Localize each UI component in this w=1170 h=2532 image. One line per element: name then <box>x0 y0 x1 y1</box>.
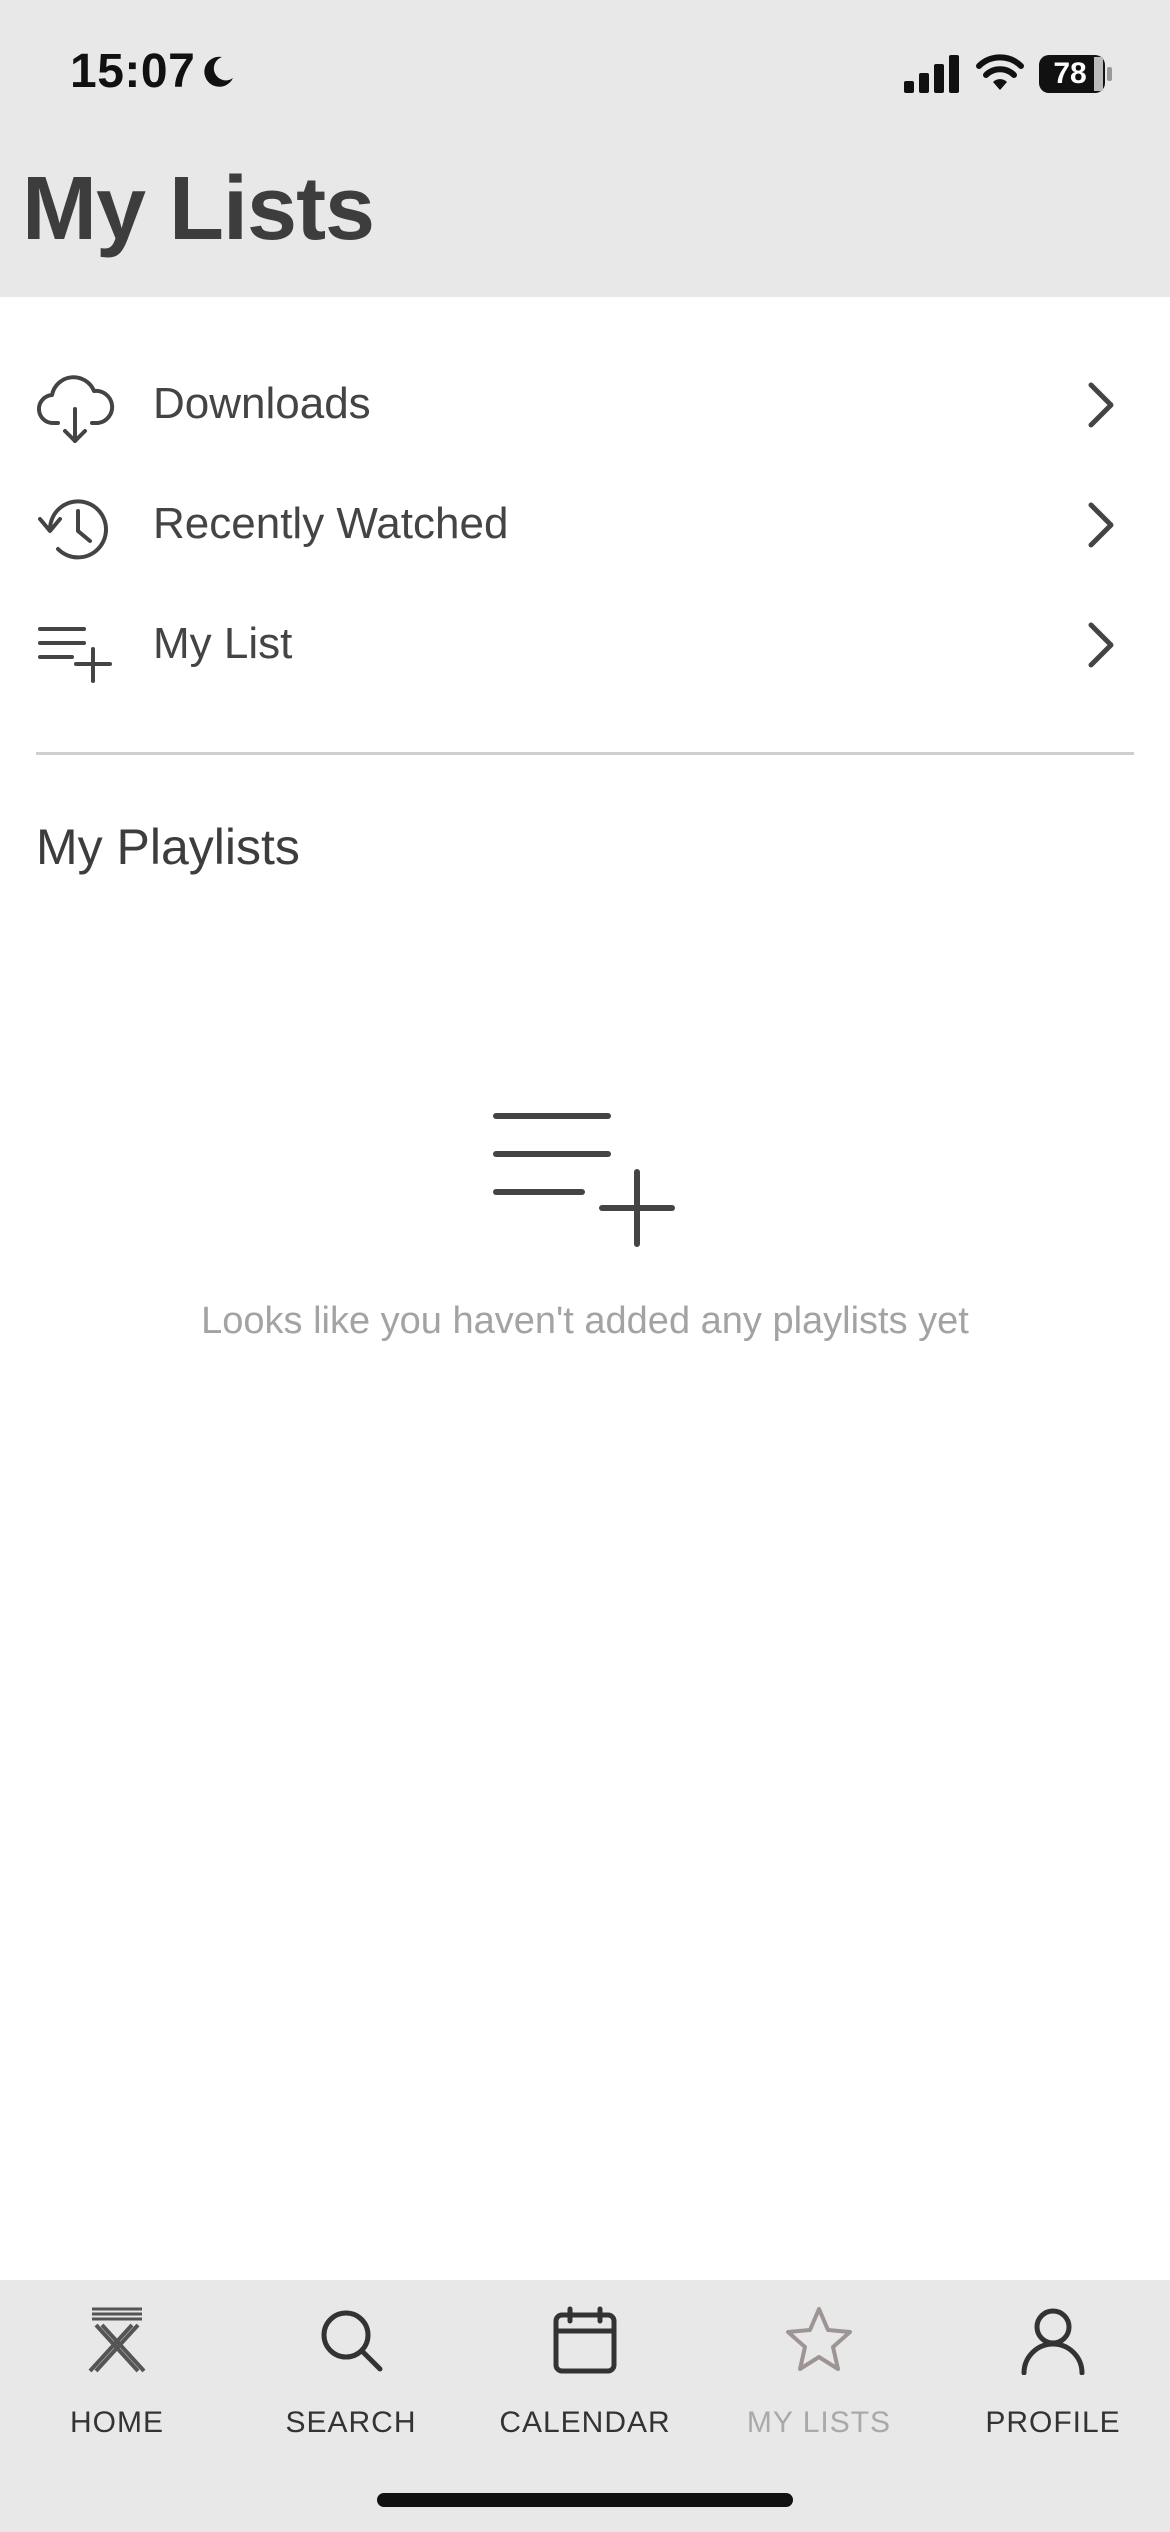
menu-item-label: My List <box>153 619 293 668</box>
tab-calendar[interactable]: CALENDAR <box>468 2280 702 2480</box>
home-indicator <box>377 2493 793 2507</box>
battery-level: 78 <box>1053 57 1087 90</box>
home-logo-icon <box>82 2305 152 2375</box>
page-title: My Lists <box>22 159 375 259</box>
chevron-right-icon <box>1085 501 1115 554</box>
tab-profile[interactable]: PROFILE <box>936 2280 1170 2480</box>
star-icon <box>784 2305 854 2375</box>
tab-search[interactable]: SEARCH <box>234 2280 468 2480</box>
menu-item-label: Recently Watched <box>153 499 509 548</box>
history-icon <box>36 489 116 569</box>
tab-label: SEARCH <box>285 2406 417 2439</box>
tab-label: CALENDAR <box>499 2406 671 2439</box>
menu-item-recently-watched[interactable]: Recently Watched <box>0 469 1170 579</box>
wifi-icon <box>975 52 1025 97</box>
header: 15:07 78 My Lists <box>0 0 1170 297</box>
playlist-add-icon <box>492 1110 682 1255</box>
tab-my-lists[interactable]: MY LISTS <box>702 2280 936 2480</box>
search-icon <box>316 2305 386 2375</box>
empty-playlists-message: Looks like you haven't added any playlis… <box>201 1300 969 1342</box>
menu-item-downloads[interactable]: Downloads <box>0 349 1170 459</box>
menu-item-my-list[interactable]: My List <box>0 589 1170 699</box>
chevron-right-icon <box>1085 621 1115 674</box>
status-bar: 15:07 78 <box>0 0 1170 150</box>
profile-icon <box>1018 2305 1088 2376</box>
calendar-icon <box>550 2305 620 2375</box>
section-title-my-playlists: My Playlists <box>36 819 300 875</box>
chevron-right-icon <box>1085 381 1115 434</box>
cellular-signal-icon <box>904 55 960 98</box>
cloud-download-icon <box>36 369 116 449</box>
moon-icon <box>200 54 236 95</box>
playlist-add-icon <box>36 609 116 689</box>
tab-label: MY LISTS <box>746 2406 892 2439</box>
tab-label: PROFILE <box>985 2406 1121 2439</box>
menu-item-label: Downloads <box>153 379 371 428</box>
tab-label: HOME <box>70 2406 164 2439</box>
divider <box>36 752 1134 755</box>
status-time: 15:07 <box>70 45 196 98</box>
tab-home[interactable]: HOME <box>0 2280 234 2480</box>
